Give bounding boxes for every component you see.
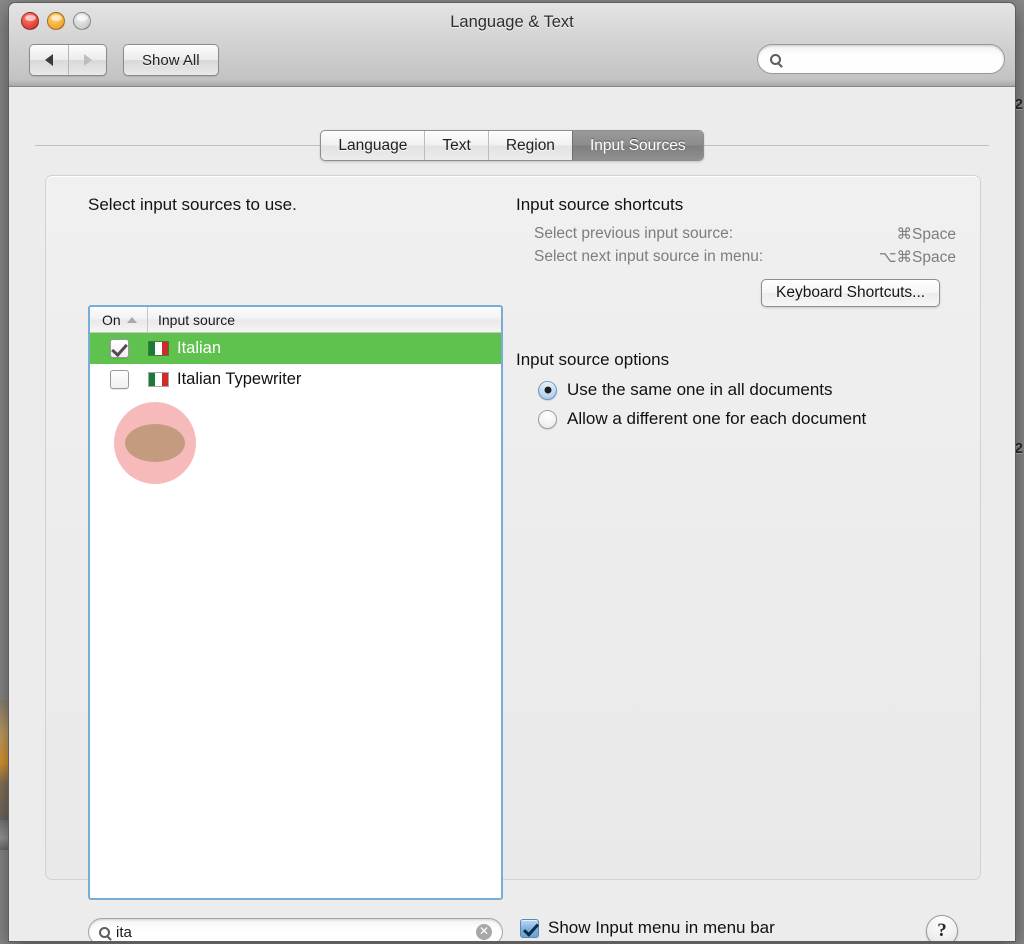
input-source-name: Italian <box>177 339 222 357</box>
input-source-options-block: Input source options Use the same one in… <box>516 350 956 429</box>
input-sources-panel: Select input sources to use. On Input so… <box>45 175 981 941</box>
row-content: Italian <box>148 339 221 358</box>
toolbar-search-input[interactable] <box>787 51 992 67</box>
show-input-menu-label: Show Input menu in menu bar <box>548 918 775 937</box>
right-column: Input source shortcuts Select previous i… <box>516 195 956 429</box>
input-source-filter-field[interactable]: ✕ <box>88 918 503 941</box>
row-checkbox-cell[interactable] <box>90 370 148 389</box>
forward-button[interactable] <box>68 45 106 75</box>
enable-input-source-checkbox[interactable] <box>109 339 129 358</box>
input-source-shortcuts-title: Input source shortcuts <box>516 195 684 214</box>
tab-region[interactable]: Region <box>487 131 572 160</box>
show-input-menu-checkbox[interactable] <box>520 918 539 938</box>
table-row[interactable]: Italian <box>90 333 501 364</box>
input-source-options-title: Input source options <box>516 350 670 369</box>
shortcut-row: Select next input source in menu: ⌥⌘Spac… <box>534 248 956 267</box>
tab-text[interactable]: Text <box>424 131 487 160</box>
clear-search-icon[interactable]: ✕ <box>476 924 492 940</box>
show-input-menu-row[interactable]: Show Input menu in menu bar <box>520 918 775 938</box>
radio-option-same-one[interactable]: Use the same one in all documents <box>538 380 956 400</box>
tab-bar: Language Text Region Input Sources <box>9 130 1015 161</box>
column-header-on[interactable]: On <box>90 307 148 332</box>
shortcut-row: Select previous input source: ⌘Space <box>534 225 956 244</box>
radio-option-label: Use the same one in all documents <box>567 380 833 399</box>
desktop-background: 2 2 Language & Text Show All Language Te… <box>0 0 1024 944</box>
tab-input-sources[interactable]: Input Sources <box>571 131 703 160</box>
enable-input-source-checkbox[interactable] <box>109 370 129 389</box>
column-header-on-label: On <box>102 311 121 328</box>
italian-flag-icon <box>148 372 169 387</box>
tab-group: Language Text Region Input Sources <box>320 130 704 161</box>
language-and-text-window: Language & Text Show All Language Text R… <box>8 2 1016 942</box>
shortcut-label: Select next input source in menu: <box>534 248 764 265</box>
shortcut-key: ⌘Space <box>896 226 956 243</box>
radio-option-label: Allow a different one for each document <box>567 409 867 428</box>
toolbar-search-field[interactable] <box>757 44 1005 74</box>
chevron-right-icon <box>83 54 92 66</box>
help-button[interactable]: ? <box>926 915 958 941</box>
radio-button-selected-icon[interactable] <box>538 380 557 400</box>
window-title: Language & Text <box>450 13 574 31</box>
table-row[interactable]: Italian Typewriter <box>90 364 501 395</box>
column-header-input-source[interactable]: Input source <box>148 307 501 332</box>
window-titlebar: Language & Text Show All <box>9 3 1015 87</box>
shortcut-label: Select previous input source: <box>534 225 734 242</box>
search-icon <box>99 926 110 938</box>
window-body: Language Text Region Input Sources Selec… <box>9 87 1015 941</box>
shortcut-key: ⌥⌘Space <box>878 249 956 266</box>
italian-flag-icon <box>148 341 169 356</box>
search-icon <box>770 53 781 65</box>
row-content: Italian Typewriter <box>148 370 301 389</box>
back-button[interactable] <box>30 45 68 75</box>
input-source-name: Italian Typewriter <box>177 370 302 388</box>
navigation-button-group <box>29 44 107 76</box>
input-source-filter-input[interactable] <box>116 923 470 941</box>
column-header-input-source-label: Input source <box>158 311 236 328</box>
keyboard-shortcuts-button[interactable]: Keyboard Shortcuts... <box>761 279 941 307</box>
radio-button-icon[interactable] <box>538 409 557 429</box>
row-checkbox-cell[interactable] <box>90 339 148 358</box>
list-header-row: On Input source <box>90 307 501 333</box>
panel-caption: Select input sources to use. <box>88 195 297 214</box>
radio-option-different-one[interactable]: Allow a different one for each document <box>538 409 956 429</box>
chevron-left-icon <box>45 54 53 66</box>
show-all-button[interactable]: Show All <box>123 44 219 76</box>
input-sources-list[interactable]: On Input source Italian Italian Typewrit… <box>88 305 503 900</box>
tab-language[interactable]: Language <box>321 131 424 160</box>
sort-ascending-icon <box>126 316 137 323</box>
